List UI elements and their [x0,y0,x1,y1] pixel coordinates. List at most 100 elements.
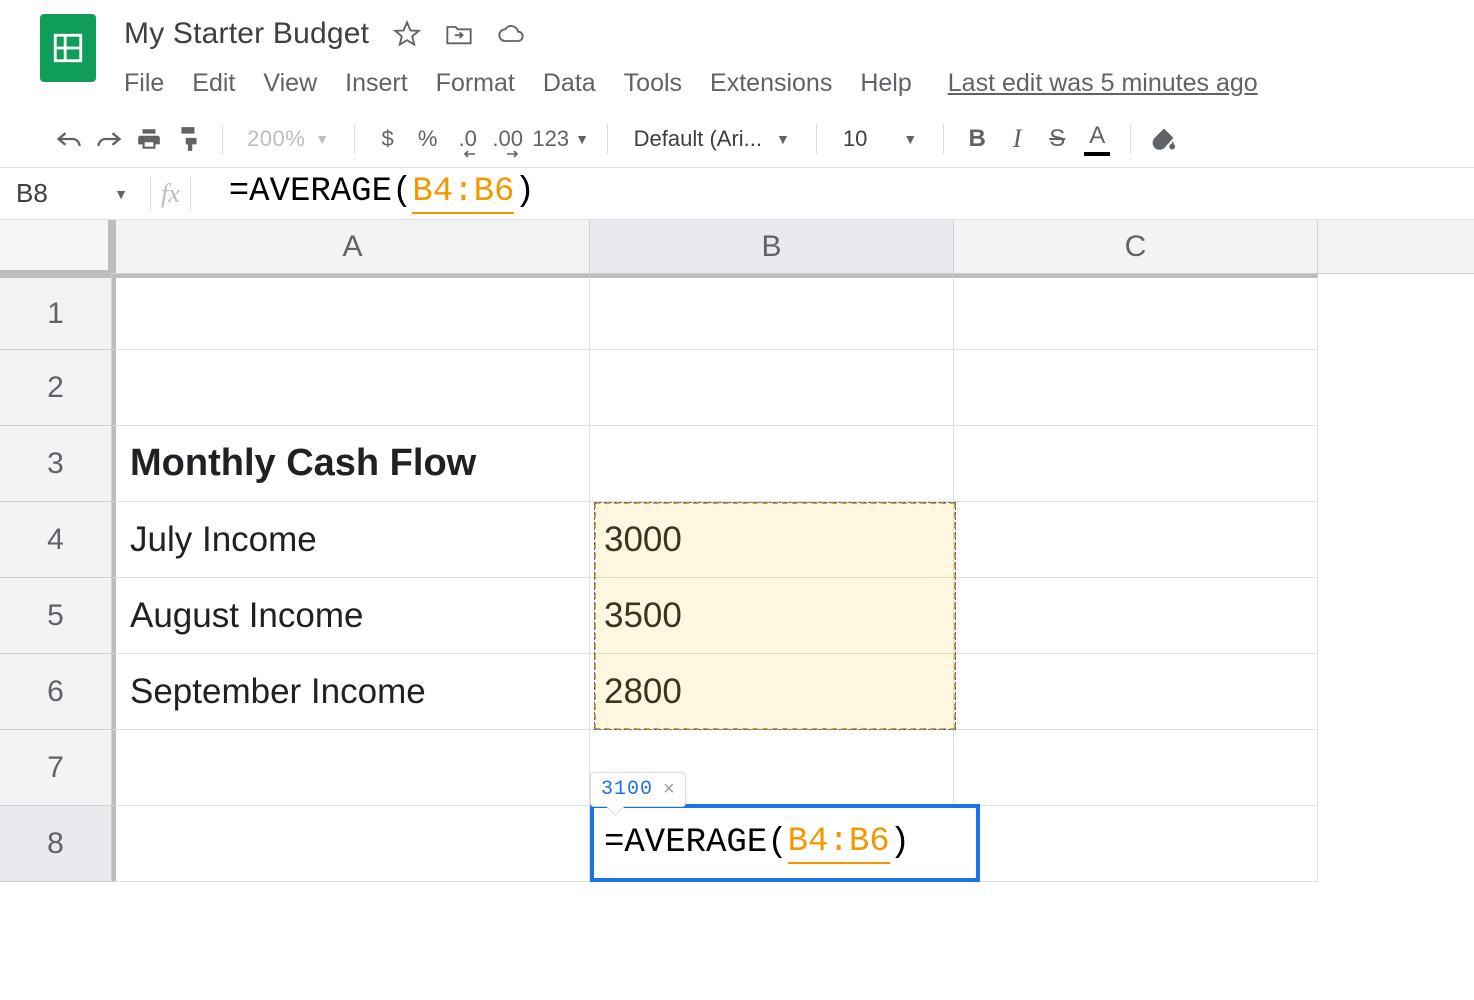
chevron-down-icon: ▼ [776,131,790,147]
name-box-value: B8 [16,178,48,209]
menu-file[interactable]: File [124,69,164,98]
last-edit-link[interactable]: Last edit was 5 minutes ago [948,69,1258,98]
cell-A1[interactable] [112,274,590,350]
cloud-status-icon[interactable] [497,20,525,48]
formula-preview-tooltip: 3100 × [590,772,686,807]
cell-C7[interactable] [954,730,1318,806]
row-header-2[interactable]: 2 [0,350,112,426]
column-header-C[interactable]: C [954,220,1318,273]
menu-extensions[interactable]: Extensions [710,69,832,98]
cell-A5[interactable]: August Income [112,578,590,654]
more-formats-label: 123 [532,126,569,152]
bold-button[interactable]: B [960,122,994,156]
zoom-select[interactable]: 200% ▼ [239,126,338,152]
cell-C8[interactable] [954,806,1318,882]
separator [190,177,191,211]
editing-prefix: =AVERAGE( [604,824,788,862]
chevron-down-icon: ▼ [575,131,589,147]
separator [816,124,817,154]
editing-suffix: ) [890,824,910,862]
cell-C3[interactable] [954,426,1318,502]
menu-help[interactable]: Help [860,69,911,98]
increase-decimal-button[interactable]: .00 [491,122,525,156]
cell-A2[interactable] [112,350,590,426]
cell-A4[interactable]: July Income [112,502,590,578]
menu-insert[interactable]: Insert [345,69,408,98]
sheets-icon [51,31,85,65]
cell-C6[interactable] [954,654,1318,730]
menu-edit[interactable]: Edit [192,69,235,98]
row-header-5[interactable]: 5 [0,578,112,654]
fill-color-button[interactable] [1147,122,1181,156]
font-family-select[interactable]: Default (Ari... ▼ [624,126,800,152]
text-color-button[interactable]: A [1080,122,1114,156]
document-title[interactable]: My Starter Budget [124,17,369,51]
cell-A8[interactable] [112,806,590,882]
separator [222,124,223,154]
cell-B2[interactable] [590,350,954,426]
undo-icon[interactable] [52,122,86,156]
format-percent-button[interactable]: % [411,122,445,156]
menu-view[interactable]: View [263,69,317,98]
font-size-value: 10 [843,126,867,152]
cell-A3[interactable]: Monthly Cash Flow [112,426,590,502]
move-folder-icon[interactable] [445,20,473,48]
fx-label: fx [161,179,180,209]
toolbar: 200% ▼ $ % .0 .00 123 ▼ Default (Ari... … [0,110,1474,168]
cell-C2[interactable] [954,350,1318,426]
separator [150,177,151,211]
sheets-logo[interactable] [40,14,96,82]
cell-B1[interactable] [590,274,954,350]
close-icon[interactable]: × [663,778,675,801]
row-header-1[interactable]: 1 [0,274,112,350]
formula-suffix: ) [514,173,534,211]
menubar: File Edit View Insert Format Data Tools … [124,64,1258,102]
menu-data[interactable]: Data [543,69,596,98]
row-header-7[interactable]: 7 [0,730,112,806]
format-currency-button[interactable]: $ [371,122,405,156]
cell-C1[interactable] [954,274,1318,350]
row-header-6[interactable]: 6 [0,654,112,730]
menu-tools[interactable]: Tools [624,69,682,98]
redo-icon[interactable] [92,122,126,156]
star-icon[interactable] [393,20,421,48]
more-formats-button[interactable]: 123 ▼ [531,122,591,156]
cell-B3[interactable] [590,426,954,502]
separator [354,124,355,154]
increase-decimal-label: .00 [492,126,523,152]
font-family-label: Default (Ari... [634,126,762,152]
formula-bar[interactable]: =AVERAGE(B4:B6) [229,173,535,214]
cell-B4[interactable]: 3000 [590,502,954,578]
row-header-8[interactable]: 8 [0,806,112,882]
column-header-A[interactable]: A [112,220,590,273]
name-box[interactable]: B8 ▼ [0,178,140,209]
formula-range: B4:B6 [412,173,514,214]
text-color-swatch [1084,152,1110,156]
separator [1130,124,1131,154]
paint-format-icon[interactable] [172,122,206,156]
cell-B5[interactable]: 3500 [590,578,954,654]
strikethrough-button[interactable]: S [1040,122,1074,156]
select-all-corner[interactable] [0,220,112,274]
row-header-3[interactable]: 3 [0,426,112,502]
cell-B6[interactable]: 2800 [590,654,954,730]
print-icon[interactable] [132,122,166,156]
editing-range: B4:B6 [788,823,890,864]
column-header-B[interactable]: B [590,220,954,273]
editing-cell-B8[interactable]: =AVERAGE(B4:B6) [590,804,980,882]
cell-A6[interactable]: September Income [112,654,590,730]
chevron-down-icon: ▼ [114,186,128,202]
menu-format[interactable]: Format [436,69,515,98]
formula-preview-value: 3100 [601,778,653,801]
font-size-select[interactable]: 10 ▼ [833,126,927,152]
cell-A7[interactable] [112,730,590,806]
cell-C5[interactable] [954,578,1318,654]
cell-C4[interactable] [954,502,1318,578]
decrease-decimal-button[interactable]: .0 [451,122,485,156]
chevron-down-icon: ▼ [903,131,917,147]
decrease-decimal-label: .0 [458,126,476,152]
row-header-4[interactable]: 4 [0,502,112,578]
italic-button[interactable]: I [1000,122,1034,156]
text-color-label: A [1089,122,1105,150]
zoom-value: 200% [247,126,305,152]
